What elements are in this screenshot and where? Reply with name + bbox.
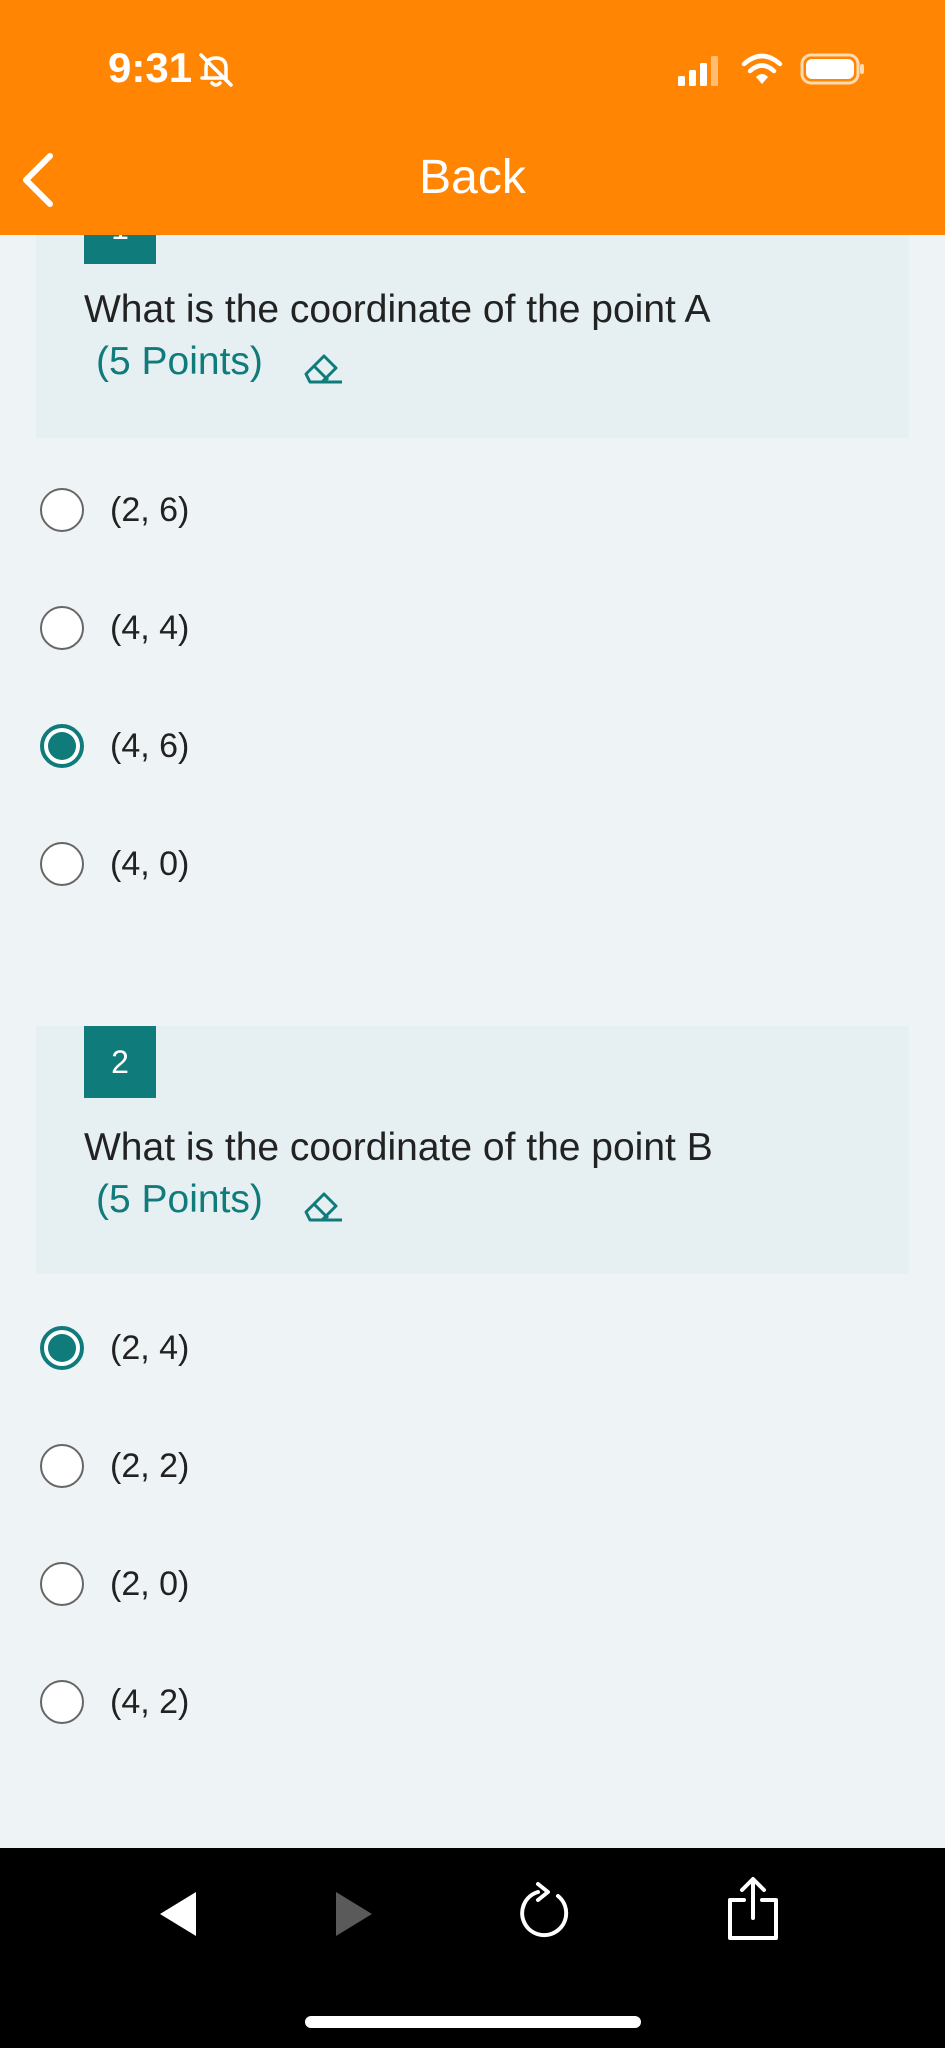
option-label: (2, 0) — [110, 1564, 190, 1603]
question-points: (5 Points) — [96, 1178, 263, 1221]
eraser-icon[interactable] — [298, 1180, 348, 1230]
option-label: (4, 2) — [110, 1682, 190, 1721]
option-q2-3[interactable]: (2, 0) — [40, 1556, 189, 1612]
battery-icon — [800, 53, 864, 85]
eraser-icon[interactable] — [298, 342, 348, 392]
share-icon[interactable] — [724, 1876, 782, 1942]
question-text: What is the coordinate of the point B — [84, 1126, 713, 1169]
option-label: (2, 4) — [110, 1328, 190, 1367]
option-q2-1[interactable]: (2, 4) — [40, 1320, 189, 1376]
form-content: 1 What is the coordinate of the point A … — [0, 0, 945, 1848]
option-label: (2, 2) — [110, 1446, 190, 1485]
option-q2-4[interactable]: (4, 2) — [40, 1674, 189, 1730]
question-text: What is the coordinate of the point A — [84, 288, 711, 331]
reload-icon[interactable] — [516, 1880, 576, 1942]
triangle-left-icon[interactable] — [158, 1890, 198, 1938]
radio-button-selected[interactable] — [40, 724, 84, 768]
status-time: 9:31 — [108, 44, 193, 91]
back-title[interactable]: Back — [0, 150, 945, 205]
home-indicator[interactable] — [305, 2016, 641, 2028]
radio-button[interactable] — [40, 842, 84, 886]
question-number-badge: 2 — [84, 1026, 156, 1098]
bell-slash-icon — [199, 53, 233, 87]
option-label: (4, 0) — [110, 844, 190, 883]
signal-bars-icon — [678, 56, 718, 86]
option-label: (2, 6) — [110, 490, 190, 529]
radio-button[interactable] — [40, 488, 84, 532]
radio-button[interactable] — [40, 606, 84, 650]
radio-button[interactable] — [40, 1680, 84, 1724]
radio-button[interactable] — [40, 1444, 84, 1488]
option-label: (4, 6) — [110, 726, 190, 765]
question-card-2: 2 What is the coordinate of the point B … — [36, 1026, 909, 1274]
option-q2-2[interactable]: (2, 2) — [40, 1438, 189, 1494]
option-q1-1[interactable]: (2, 6) — [40, 482, 189, 538]
option-q1-4[interactable]: (4, 0) — [40, 836, 189, 892]
option-q1-2[interactable]: (4, 4) — [40, 600, 189, 656]
question-points: (5 Points) — [96, 340, 263, 383]
app-header: 9:31 Back — [0, 0, 945, 235]
radio-button[interactable] — [40, 1562, 84, 1606]
option-label: (4, 4) — [110, 608, 190, 647]
option-q1-3[interactable]: (4, 6) — [40, 718, 189, 774]
wifi-icon — [741, 53, 783, 84]
radio-button-selected[interactable] — [40, 1326, 84, 1370]
triangle-right-icon[interactable] — [334, 1890, 374, 1938]
